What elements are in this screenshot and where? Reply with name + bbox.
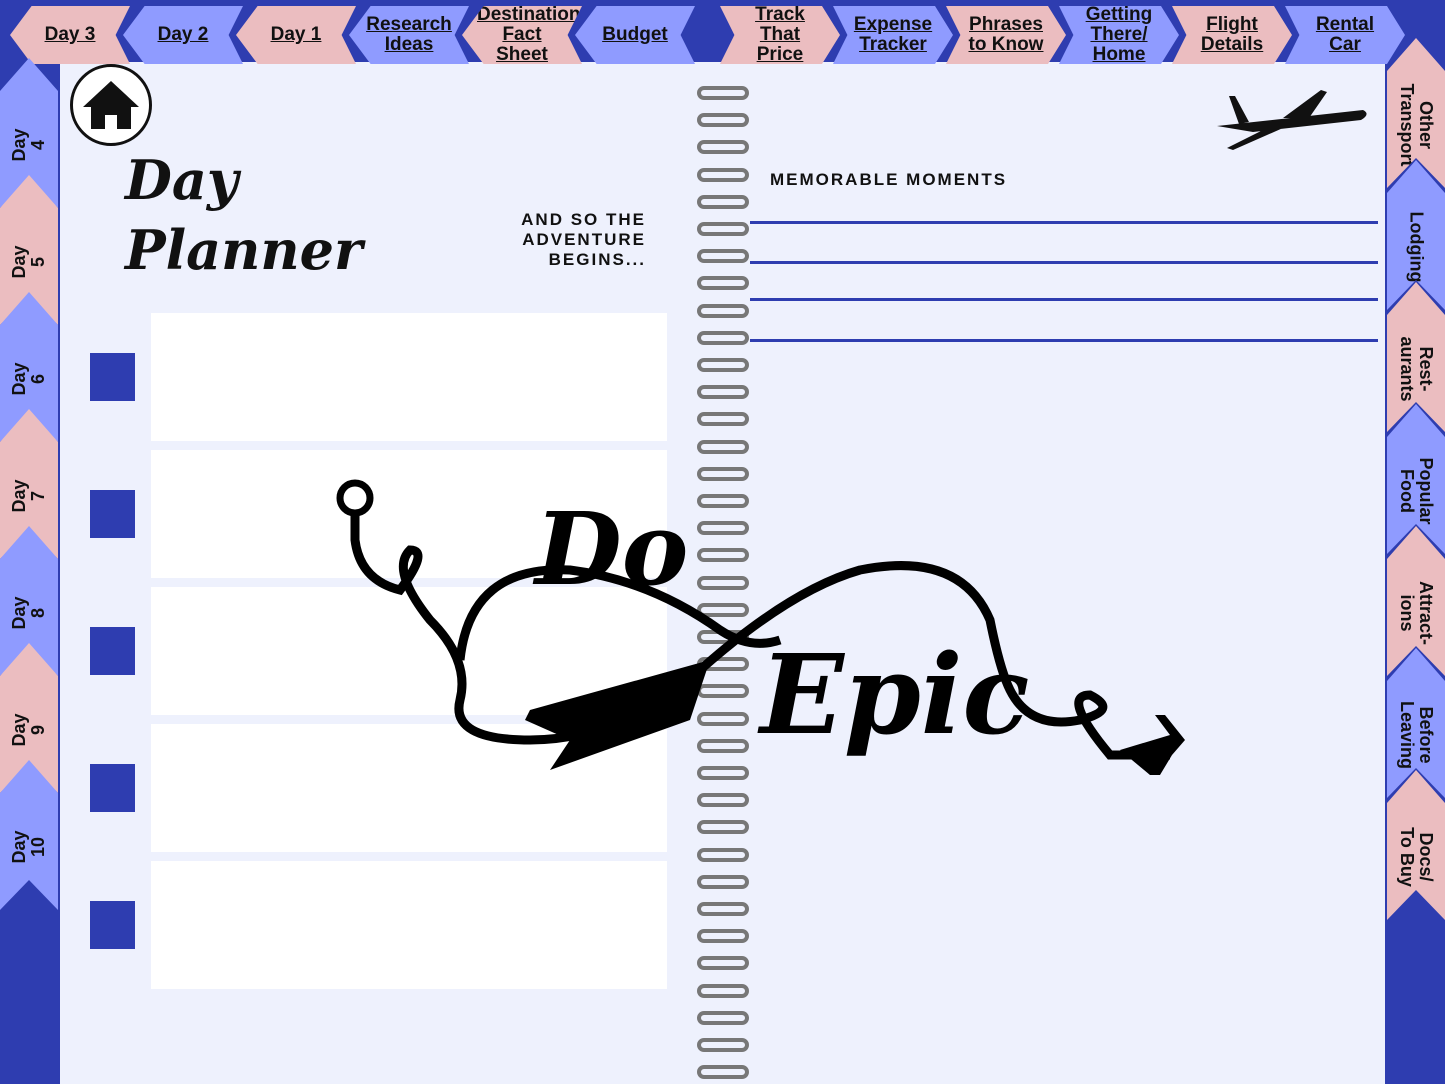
writing-line[interactable] [750,261,1378,264]
tab-label: Lodging [1406,211,1427,283]
spiral-ring [697,929,749,944]
tab-label: Destination Fact Sheet [477,4,581,65]
spiral-ring [697,874,749,889]
tagline: AND SO THE ADVENTURE BEGINS... [521,210,646,269]
tab-label: Day 1 [270,24,322,46]
tab-label: Day 10 [9,830,48,864]
spiral-ring [697,249,749,264]
planner-entry-box[interactable] [151,313,667,441]
spiral-ring [697,847,749,862]
home-button[interactable] [70,64,152,146]
memorable-moments-heading: MEMORABLE MOMENTS [770,170,1008,189]
top-tab-research-ideas[interactable]: Research Ideas [349,6,469,64]
top-tab-destination-fact-sheet[interactable]: Destination Fact Sheet [462,6,582,64]
tab-label: Day 6 [9,362,48,396]
tab-label: Day 4 [9,128,48,162]
top-tab-day-1[interactable]: Day 1 [236,6,356,64]
spiral-ring [697,222,749,236]
spiral-ring [697,439,749,454]
spiral-ring [697,412,749,427]
spiral-ring [697,140,749,155]
spiral-ring [697,1038,749,1052]
spiral-ring [697,113,749,128]
tab-label: Rental Car [1315,14,1375,55]
top-tab-rental-car[interactable]: Rental Car [1285,6,1405,64]
tab-label: Before Leaving [1397,700,1436,770]
spiral-ring [697,194,749,209]
tab-label: Day 2 [157,24,209,46]
tab-label: Day 9 [9,713,48,747]
infinity-arrow-graphic [336,479,1185,775]
checkbox[interactable] [90,764,135,812]
spiral-ring [697,983,749,998]
top-tab-getting-there-home[interactable]: Getting There/ Home [1059,6,1179,64]
home-icon [83,81,139,129]
checkbox[interactable] [90,490,135,538]
tab-label: Day 3 [44,24,96,46]
top-tab-budget[interactable]: Budget [575,6,695,64]
spiral-ring [697,276,749,291]
writing-line[interactable] [750,339,1378,342]
spiral-ring [697,86,749,100]
spiral-ring [697,1065,749,1080]
planner-entry-box[interactable] [151,861,667,989]
top-tab-phrases-to-know[interactable]: Phrases to Know [946,6,1066,64]
top-tab-expense-tracker[interactable]: Expense Tracker [833,6,953,64]
spiral-ring [697,1010,749,1025]
top-tab-flight-details[interactable]: Flight Details [1172,6,1292,64]
top-tab-track-that-price[interactable]: Track That Price [720,6,840,64]
spiral-ring [697,330,749,345]
tab-label: Attract- ions [1397,580,1436,646]
spiral-ring [697,358,749,372]
tab-label: Day 5 [9,245,48,279]
spiral-ring [697,167,749,182]
tab-label: Phrases to Know [968,14,1044,55]
writing-line[interactable] [750,221,1378,224]
tab-label: Other Transport [1397,83,1436,167]
checkbox[interactable] [90,353,135,401]
spiral-ring [697,956,749,971]
writing-line[interactable] [750,298,1378,301]
spiral-ring [697,820,749,835]
tab-label: Popular Food [1397,457,1436,525]
tab-label: Docs/ To Buy [1397,827,1436,887]
checkbox[interactable] [90,901,135,949]
tab-label: Expense Tracker [853,14,933,55]
graphic-text-epic: Epic [760,630,1030,759]
spiral-ring [697,902,749,916]
top-tab-day-3[interactable]: Day 3 [10,6,130,64]
right-tab-docs-to-buy[interactable]: Docs/ To Buy [1387,770,1445,920]
tab-label: Flight Details [1200,14,1264,55]
spiral-ring [697,303,749,318]
tab-label: Day 8 [9,596,48,630]
tab-label: Research Ideas [366,14,452,55]
tab-label: Rest- aurants [1397,336,1436,402]
tab-label: Track That Price [755,4,805,65]
spiral-ring [697,385,749,400]
top-tab-day-2[interactable]: Day 2 [123,6,243,64]
page-title: Day Planner [125,148,363,282]
airplane-icon [1217,90,1367,150]
tab-label: Day 7 [9,479,48,513]
graphic-text-do: Do [535,490,689,608]
checkbox[interactable] [90,627,135,675]
tab-label: Budget [602,24,668,46]
tab-label: Getting There/ Home [1085,4,1153,65]
